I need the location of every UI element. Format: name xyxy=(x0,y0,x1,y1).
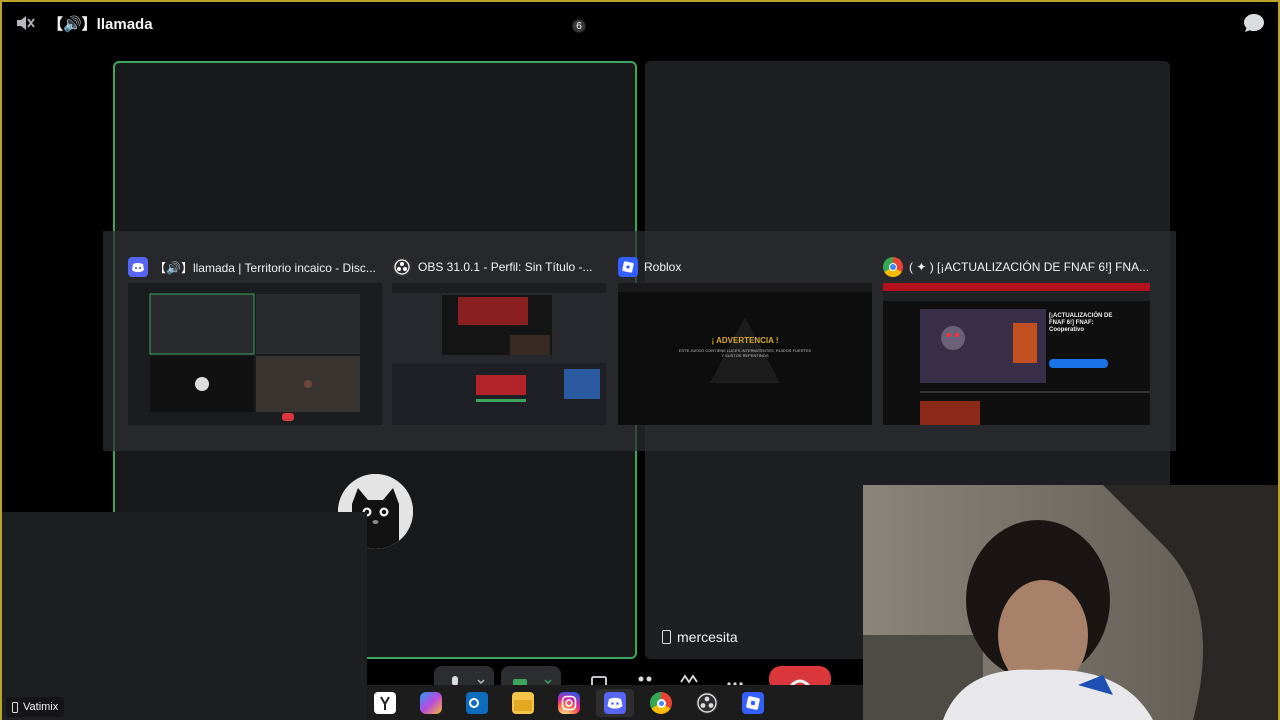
self-view-panel xyxy=(0,512,367,720)
call-header: 【🔊】llamada xyxy=(0,0,1280,46)
self-username: Vatimix xyxy=(23,701,59,713)
switcher-window-title: ( ✦ ) [¡ACTUALIZACIÓN DE FNAF 6!] FNA... xyxy=(909,260,1150,274)
mobile-icon xyxy=(662,629,671,644)
roblox-icon[interactable] xyxy=(742,692,764,714)
chrome-icon xyxy=(883,257,903,277)
roblox-icon xyxy=(618,257,638,277)
obs-icon[interactable] xyxy=(696,692,718,714)
obs-icon xyxy=(392,257,412,277)
participant-name: mercesita xyxy=(677,628,738,645)
mobile-icon xyxy=(12,701,18,713)
window-preview: ¡ ADVERTENCIA ! ESTE JUEGO CONTIENE LUCE… xyxy=(618,283,872,425)
switcher-window-title: 【🔊】llamada | Territorio incaico - Disc..… xyxy=(154,260,376,275)
taskbar-icons xyxy=(367,685,863,720)
chrome-icon[interactable] xyxy=(650,692,672,714)
call-controls xyxy=(367,660,863,692)
window-preview: [¡ACTUALIZACIÓN DE FNAF 6!] FNAF: Cooper… xyxy=(883,283,1150,425)
window-preview xyxy=(392,283,606,425)
speaker-muted-icon[interactable] xyxy=(14,12,36,34)
discord-icon[interactable] xyxy=(604,692,626,714)
outlook-icon[interactable] xyxy=(466,692,488,714)
self-name-tag: Vatimix xyxy=(6,697,65,717)
copilot-icon[interactable] xyxy=(420,692,442,714)
call-title: 【🔊】llamada xyxy=(48,16,153,33)
switcher-window-title: Roblox xyxy=(644,260,682,274)
switcher-window-obs[interactable]: OBS 31.0.1 - Perfil: Sin Título -... xyxy=(392,231,606,451)
switcher-window-title: OBS 31.0.1 - Perfil: Sin Título -... xyxy=(418,260,593,274)
discord-icon xyxy=(128,257,148,277)
participant-name-tag: mercesita xyxy=(656,623,746,650)
switcher-window-discord[interactable]: 【🔊】llamada | Territorio incaico - Disc..… xyxy=(128,231,383,451)
instagram-notification-badge: 6 xyxy=(572,19,586,33)
instagram-icon[interactable] xyxy=(558,692,580,714)
yandex-icon[interactable] xyxy=(374,692,396,714)
file-explorer-icon[interactable] xyxy=(512,692,534,714)
roblox-warning-title: ¡ ADVERTENCIA ! xyxy=(711,336,779,345)
switcher-window-chrome[interactable]: ( ✦ ) [¡ACTUALIZACIÓN DE FNAF 6!] FNA...… xyxy=(883,231,1153,451)
window-preview xyxy=(128,283,382,425)
roblox-warning-text: ESTE JUEGO CONTIENE LUCES INTERMITENTES,… xyxy=(678,348,812,358)
window-switcher: 【🔊】llamada | Territorio incaico - Disc..… xyxy=(103,231,1176,451)
webcam-overlay xyxy=(863,485,1280,720)
video-title: [¡ACTUALIZACIÓN DE FNAF 6!] FNAF: Cooper… xyxy=(1049,313,1113,333)
chat-bubble-icon[interactable] xyxy=(1242,12,1266,34)
switcher-window-roblox[interactable]: Roblox ¡ ADVERTENCIA ! ESTE JUEGO CONTIE… xyxy=(618,231,872,451)
